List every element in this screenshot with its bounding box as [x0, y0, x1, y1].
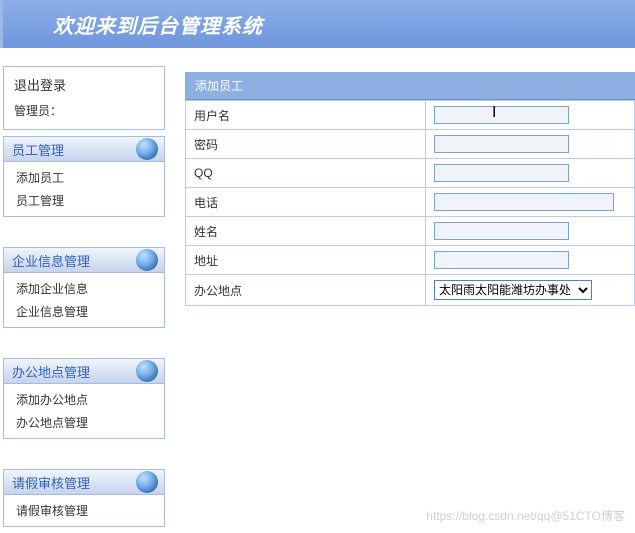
- input-name[interactable]: [434, 222, 569, 240]
- form-row-qq: QQ: [186, 159, 635, 188]
- nav-header-company[interactable]: 企业信息管理: [3, 247, 165, 273]
- form-table: 用户名 I 密码 QQ 电话 姓名: [185, 100, 635, 306]
- sidebar-item-manage-office[interactable]: 办公地点管理: [4, 411, 164, 434]
- app-header: 欢迎来到后台管理系统: [0, 0, 635, 48]
- nav-header-employee[interactable]: 员工管理: [3, 136, 165, 162]
- sidebar-item-manage-leave[interactable]: 请假审核管理: [4, 499, 164, 522]
- label-password: 密码: [186, 130, 426, 159]
- globe-icon: [136, 138, 158, 160]
- nav-header-leave[interactable]: 请假审核管理: [3, 469, 165, 495]
- sidebar-item-manage-company[interactable]: 企业信息管理: [4, 300, 164, 323]
- sidebar: 退出登录 管理员： 员工管理 添加员工 员工管理 企业信息管理 添加企业信息 企…: [3, 66, 165, 533]
- nav-group-leave: 请假审核管理 请假审核管理: [3, 469, 165, 527]
- form-row-phone: 电话: [186, 188, 635, 217]
- label-name: 姓名: [186, 217, 426, 246]
- input-qq[interactable]: [434, 164, 569, 182]
- label-phone: 电话: [186, 188, 426, 217]
- nav-group-company: 企业信息管理 添加企业信息 企业信息管理: [3, 247, 165, 328]
- nav-header-office[interactable]: 办公地点管理: [3, 358, 165, 384]
- header-title: 欢迎来到后台管理系统: [53, 10, 263, 39]
- watermark: https://blog.csdn.net/qq@51CTO博客: [426, 507, 625, 524]
- select-office[interactable]: 太阳雨太阳能潍坊办事处: [434, 280, 592, 300]
- input-address[interactable]: [434, 251, 569, 269]
- input-password[interactable]: [434, 135, 569, 153]
- input-phone[interactable]: [434, 193, 614, 211]
- globe-icon: [136, 360, 158, 382]
- main-layout: 退出登录 管理员： 员工管理 添加员工 员工管理 企业信息管理 添加企业信息 企…: [0, 48, 635, 533]
- sidebar-item-add-office[interactable]: 添加办公地点: [4, 388, 164, 411]
- logout-link[interactable]: 退出登录: [14, 75, 154, 94]
- admin-label: 管理员：: [14, 102, 154, 119]
- sidebar-item-add-employee[interactable]: 添加员工: [4, 166, 164, 189]
- label-qq: QQ: [186, 159, 426, 188]
- sidebar-item-add-company[interactable]: 添加企业信息: [4, 277, 164, 300]
- form-row-name: 姓名: [186, 217, 635, 246]
- content-area: 添加员工 用户名 I 密码 QQ 电话 姓名: [185, 66, 635, 533]
- globe-icon: [136, 471, 158, 493]
- nav-title: 请假审核管理: [12, 473, 90, 492]
- label-office: 办公地点: [186, 275, 426, 306]
- form-row-office: 办公地点 太阳雨太阳能潍坊办事处: [186, 275, 635, 306]
- form-row-username: 用户名 I: [186, 101, 635, 130]
- nav-group-employee: 员工管理 添加员工 员工管理: [3, 136, 165, 217]
- sidebar-item-manage-employee[interactable]: 员工管理: [4, 189, 164, 212]
- form-row-address: 地址: [186, 246, 635, 275]
- nav-group-office: 办公地点管理 添加办公地点 办公地点管理: [3, 358, 165, 439]
- label-username: 用户名: [186, 101, 426, 130]
- nav-title: 办公地点管理: [12, 362, 90, 381]
- logout-panel: 退出登录 管理员：: [3, 66, 165, 130]
- form-row-password: 密码: [186, 130, 635, 159]
- nav-body: 添加员工 员工管理: [3, 162, 165, 217]
- nav-title: 员工管理: [12, 140, 64, 159]
- form-title: 添加员工: [185, 72, 635, 100]
- label-address: 地址: [186, 246, 426, 275]
- nav-body: 添加办公地点 办公地点管理: [3, 384, 165, 439]
- nav-body: 请假审核管理: [3, 495, 165, 527]
- input-username[interactable]: [434, 106, 569, 124]
- nav-title: 企业信息管理: [12, 251, 90, 270]
- nav-body: 添加企业信息 企业信息管理: [3, 273, 165, 328]
- globe-icon: [136, 249, 158, 271]
